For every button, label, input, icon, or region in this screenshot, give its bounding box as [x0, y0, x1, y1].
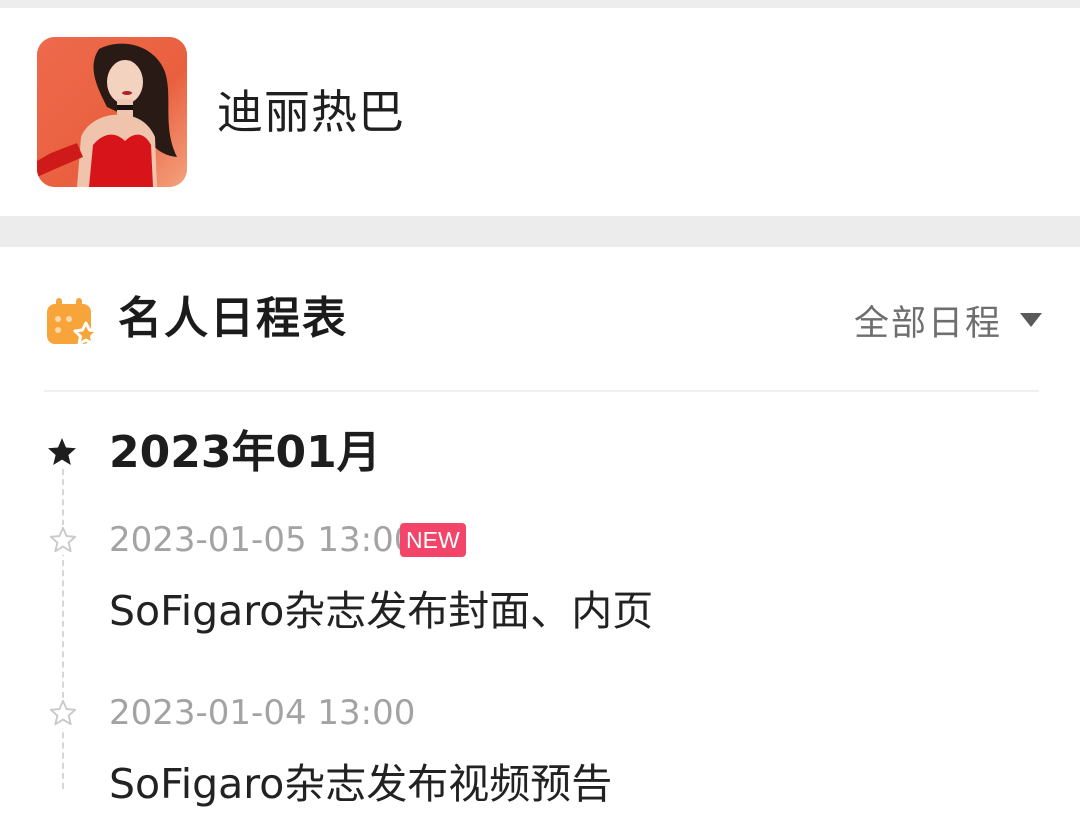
avatar-portrait — [37, 37, 187, 187]
event-time: 2023-01-04 13:00 — [109, 693, 416, 733]
event-title: SoFigaro杂志发布封面、内页 — [109, 587, 654, 635]
month-label: 2023年01月 — [109, 427, 381, 478]
schedule-title: 名人日程表 — [118, 293, 348, 344]
calendar-star-icon — [46, 297, 100, 347]
event-time: 2023-01-05 13:00 — [109, 520, 416, 560]
divider — [44, 390, 1039, 392]
top-gap — [0, 0, 1080, 8]
schedule-header: 名人日程表 全部日程 — [0, 247, 1080, 389]
schedule-filter-label: 全部日程 — [853, 303, 1002, 344]
timeline-line — [62, 469, 64, 789]
star-filled-icon — [46, 436, 78, 468]
profile-card[interactable]: 迪丽热巴 — [0, 8, 1080, 216]
star-outline-icon — [48, 698, 78, 728]
new-badge: NEW — [400, 523, 466, 557]
caret-down-icon — [1020, 313, 1042, 327]
star-outline-icon — [48, 525, 78, 555]
schedule-section: 名人日程表 全部日程 2023年01月 2023-01-05 13:00 NEW… — [0, 247, 1080, 827]
avatar[interactable] — [37, 37, 187, 187]
section-gap — [0, 216, 1080, 247]
event-title: SoFigaro杂志发布视频预告 — [109, 760, 613, 808]
schedule-filter-dropdown[interactable]: 全部日程 — [854, 295, 1042, 345]
profile-name[interactable]: 迪丽热巴 — [217, 84, 405, 140]
